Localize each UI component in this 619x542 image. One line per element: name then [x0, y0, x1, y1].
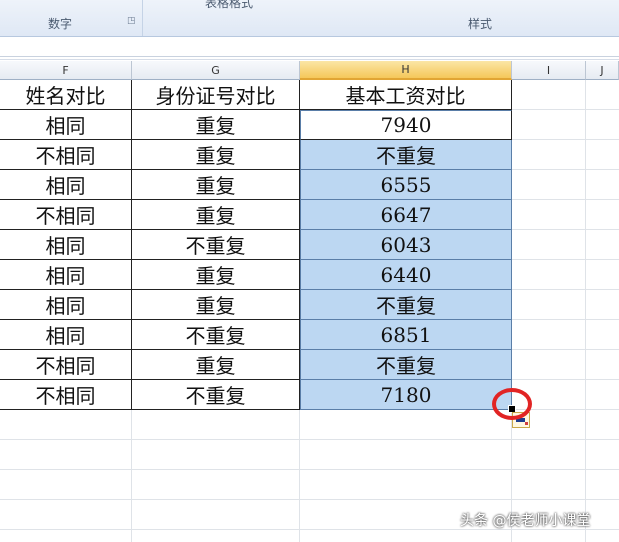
cell-h-row9[interactable]: 不重复 [300, 350, 512, 380]
ribbon-group-number-label: 数字 [48, 17, 73, 31]
column-header-j[interactable]: J [586, 61, 619, 80]
cell-h-row4[interactable]: 6647 [300, 200, 512, 230]
cell-f-row8[interactable]: 相同 [0, 320, 132, 350]
cell-g-row6[interactable]: 重复 [132, 260, 300, 290]
grid-line [585, 80, 586, 542]
cell-g-row7[interactable]: 重复 [132, 290, 300, 320]
cell-f-row10[interactable]: 不相同 [0, 380, 132, 410]
cell-h-row3[interactable]: 6555 [300, 170, 512, 200]
header-cell-id-compare[interactable]: 身份证号对比 [132, 80, 300, 110]
paste-options-dot [525, 422, 528, 425]
annotation-circle [492, 388, 532, 420]
cell-g-row10[interactable]: 不重复 [132, 380, 300, 410]
header-cell-name-compare[interactable]: 姓名对比 [0, 80, 132, 110]
cell-f-row4[interactable]: 不相同 [0, 200, 132, 230]
watermark: 头条 @侯老师小课堂 [460, 513, 591, 529]
cell-f-row1[interactable]: 相同 [0, 110, 132, 140]
ribbon-group-number: 数字 ◳ [0, 0, 143, 36]
cell-h-row2[interactable]: 不重复 [300, 140, 512, 170]
cell-h-row6[interactable]: 6440 [300, 260, 512, 290]
grid-line [0, 469, 619, 470]
dialog-launcher-icon[interactable]: ◳ [127, 16, 136, 26]
formula-bar[interactable] [0, 37, 619, 60]
column-header-h[interactable]: H [300, 61, 512, 80]
cell-f-row9[interactable]: 不相同 [0, 350, 132, 380]
cell-f-row3[interactable]: 相同 [0, 170, 132, 200]
ribbon: 数字 ◳ 表格格式 样式 [0, 0, 619, 37]
cell-h-row5[interactable]: 6043 [300, 230, 512, 260]
cell-g-row8[interactable]: 不重复 [132, 320, 300, 350]
column-header-f[interactable]: F [0, 61, 132, 80]
formula-bar-divider [0, 56, 619, 57]
cell-g-row2[interactable]: 重复 [132, 140, 300, 170]
column-header-i[interactable]: I [512, 61, 586, 80]
grid-line [0, 439, 619, 440]
cell-f-row5[interactable]: 相同 [0, 230, 132, 260]
cell-h-row7[interactable]: 不重复 [300, 290, 512, 320]
cell-f-row6[interactable]: 相同 [0, 260, 132, 290]
cell-g-row3[interactable]: 重复 [132, 170, 300, 200]
cell-g-row5[interactable]: 不重复 [132, 230, 300, 260]
cell-f-row7[interactable]: 相同 [0, 290, 132, 320]
ribbon-format-as-table-label[interactable]: 表格格式 [205, 0, 253, 11]
column-header-g[interactable]: G [132, 61, 300, 80]
cell-h-row1[interactable]: 7940 [300, 110, 512, 140]
cell-h-row10[interactable]: 7180 [300, 380, 512, 410]
cell-g-row9[interactable]: 重复 [132, 350, 300, 380]
grid-line [0, 499, 619, 500]
cell-f-row2[interactable]: 不相同 [0, 140, 132, 170]
cell-g-row4[interactable]: 重复 [132, 200, 300, 230]
ribbon-group-style-label: 样式 [468, 17, 493, 31]
cell-g-row1[interactable]: 重复 [132, 110, 300, 140]
header-cell-salary-compare[interactable]: 基本工资对比 [300, 80, 512, 110]
cell-h-row8[interactable]: 6851 [300, 320, 512, 350]
